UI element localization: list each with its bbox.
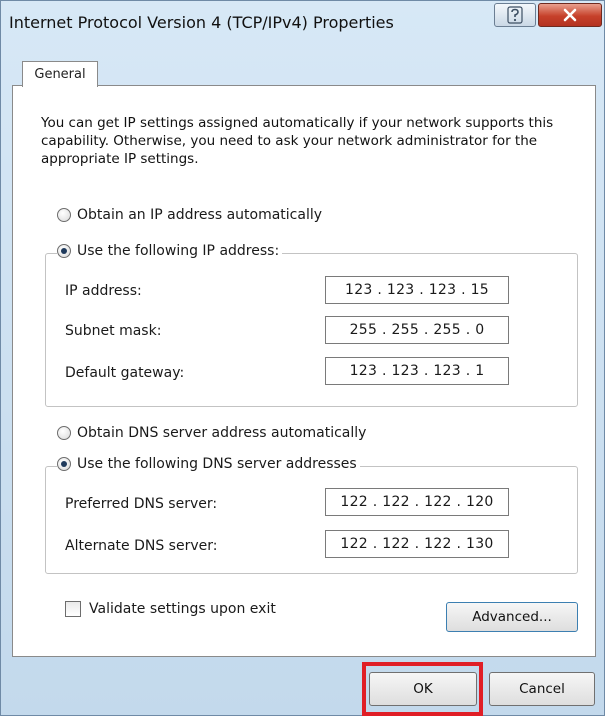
radio-obtain-ip-auto[interactable]: Obtain an IP address automatically xyxy=(57,207,326,223)
radio-use-following-dns[interactable]: Use the following DNS server addresses xyxy=(57,456,360,472)
radio-obtain-ip-auto-label: Obtain an IP address automatically xyxy=(77,207,323,223)
default-gateway-input[interactable]: 123 . 123 . 123 . 1 xyxy=(325,357,509,385)
advanced-button[interactable]: Advanced... xyxy=(446,602,578,632)
ip-address-label: IP address: xyxy=(65,283,142,299)
title-bar[interactable]: Internet Protocol Version 4 (TCP/IPv4) P… xyxy=(1,1,605,45)
tab-general-label: General xyxy=(34,67,86,82)
tab-general[interactable]: General xyxy=(22,61,98,87)
radio-use-following-dns-label: Use the following DNS server addresses xyxy=(77,456,357,472)
validate-settings-label: Validate settings upon exit xyxy=(89,601,276,617)
radio-button-checked[interactable] xyxy=(57,244,71,258)
intro-text: You can get IP settings assigned automat… xyxy=(41,115,554,167)
help-icon xyxy=(507,6,523,24)
radio-use-following-ip-label: Use the following IP address: xyxy=(77,243,280,259)
default-gateway-label: Default gateway: xyxy=(65,365,185,381)
radio-button-unchecked[interactable] xyxy=(57,426,71,440)
close-icon xyxy=(563,8,577,22)
subnet-mask-input[interactable]: 255 . 255 . 255 . 0 xyxy=(325,316,509,344)
close-button[interactable] xyxy=(538,3,602,27)
alternate-dns-input[interactable]: 122 . 122 . 122 . 130 xyxy=(325,530,509,558)
window-title: Internet Protocol Version 4 (TCP/IPv4) P… xyxy=(9,13,394,32)
radio-button-checked[interactable] xyxy=(57,457,71,471)
radio-obtain-dns-auto[interactable]: Obtain DNS server address automatically xyxy=(57,425,370,441)
cancel-button[interactable]: Cancel xyxy=(489,672,595,706)
help-button[interactable] xyxy=(494,3,536,27)
radio-button-unchecked[interactable] xyxy=(57,208,71,222)
dialog-window: Internet Protocol Version 4 (TCP/IPv4) P… xyxy=(0,0,605,716)
validate-settings-checkbox-row[interactable]: Validate settings upon exit xyxy=(65,601,276,617)
ip-address-input[interactable]: 123 . 123 . 123 . 15 xyxy=(325,276,509,304)
subnet-mask-label: Subnet mask: xyxy=(65,323,162,339)
ok-button[interactable]: OK xyxy=(369,672,477,706)
radio-obtain-dns-auto-label: Obtain DNS server address automatically xyxy=(77,425,367,441)
validate-settings-checkbox[interactable] xyxy=(65,601,81,617)
preferred-dns-label: Preferred DNS server: xyxy=(65,496,218,512)
radio-use-following-ip[interactable]: Use the following IP address: xyxy=(57,243,283,259)
alternate-dns-label: Alternate DNS server: xyxy=(65,538,218,554)
preferred-dns-input[interactable]: 122 . 122 . 122 . 120 xyxy=(325,488,509,516)
